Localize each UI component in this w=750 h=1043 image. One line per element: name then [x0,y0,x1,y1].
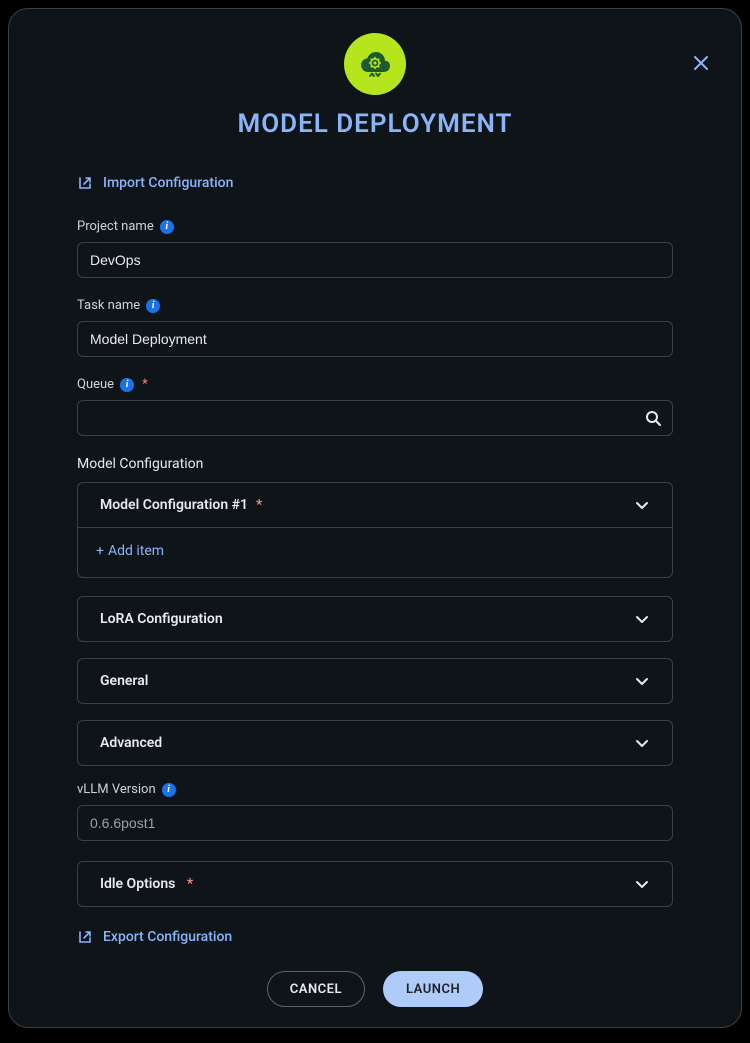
close-icon [693,55,709,71]
add-item-button[interactable]: + Add item [78,528,672,577]
required-marker: * [183,876,193,892]
idle-accordion-header[interactable]: Idle Options * [78,862,672,906]
advanced-title: Advanced [100,735,162,751]
general-accordion-header[interactable]: General [78,659,672,703]
chevron-down-icon [634,876,650,892]
close-button[interactable] [689,51,713,75]
export-config-link[interactable]: Export Configuration [77,929,673,945]
export-icon [77,929,93,945]
task-name-label-text: Task name [77,298,140,313]
info-icon[interactable]: i [146,299,160,313]
launch-button[interactable]: LAUNCH [383,971,483,1007]
general-title: General [100,673,148,689]
modal-body: Import Configuration Project name i Task… [45,175,705,1007]
chevron-down-icon [634,497,650,513]
required-marker: * [142,377,148,392]
advanced-accordion-header[interactable]: Advanced [78,721,672,765]
info-icon[interactable]: i [120,378,134,392]
queue-input[interactable] [77,400,673,436]
task-name-label: Task name i [77,298,673,313]
lora-title: LoRA Configuration [100,611,223,627]
queue-label-text: Queue [77,377,114,392]
export-config-label: Export Configuration [103,929,232,945]
add-item-label: Add item [108,543,164,559]
plus-icon: + [96,543,104,559]
info-icon[interactable]: i [162,783,176,797]
model-config-item-1-title: Model Configuration #1 [100,497,248,513]
deployment-cloud-icon [344,33,406,95]
modal-title: MODEL DEPLOYMENT [45,109,705,139]
lora-accordion-header[interactable]: LoRA Configuration [78,597,672,641]
import-config-label: Import Configuration [103,175,233,191]
model-config-item-1: Model Configuration #1 * [78,483,672,528]
search-icon[interactable] [645,410,661,426]
vllm-input[interactable] [77,805,673,841]
modal-footer: CANCEL LAUNCH [77,971,673,1007]
chevron-down-icon [634,735,650,751]
chevron-down-icon [634,673,650,689]
modal-header: MODEL DEPLOYMENT [45,33,705,139]
chevron-down-icon [634,611,650,627]
lora-accordion: LoRA Configuration [77,596,673,642]
project-name-input[interactable] [77,242,673,278]
deployment-modal: MODEL DEPLOYMENT Import Configuration Pr… [8,8,742,1028]
required-marker: * [256,497,262,513]
model-config-group: Model Configuration #1 * + Add item [77,482,673,578]
model-config-item-1-header[interactable]: Model Configuration #1 * [78,483,672,527]
project-name-label-text: Project name [77,219,154,234]
task-name-input[interactable] [77,321,673,357]
advanced-accordion: Advanced [77,720,673,766]
import-icon [77,175,93,191]
idle-accordion: Idle Options * [77,861,673,907]
general-accordion: General [77,658,673,704]
model-config-label: Model Configuration [77,456,673,472]
import-config-link[interactable]: Import Configuration [77,175,673,191]
project-name-label: Project name i [77,219,673,234]
cancel-button[interactable]: CANCEL [267,971,365,1007]
vllm-label: vLLM Version i [77,782,673,797]
queue-label: Queue i * [77,377,673,392]
idle-title: Idle Options [100,876,175,892]
info-icon[interactable]: i [160,220,174,234]
vllm-label-text: vLLM Version [77,782,156,797]
